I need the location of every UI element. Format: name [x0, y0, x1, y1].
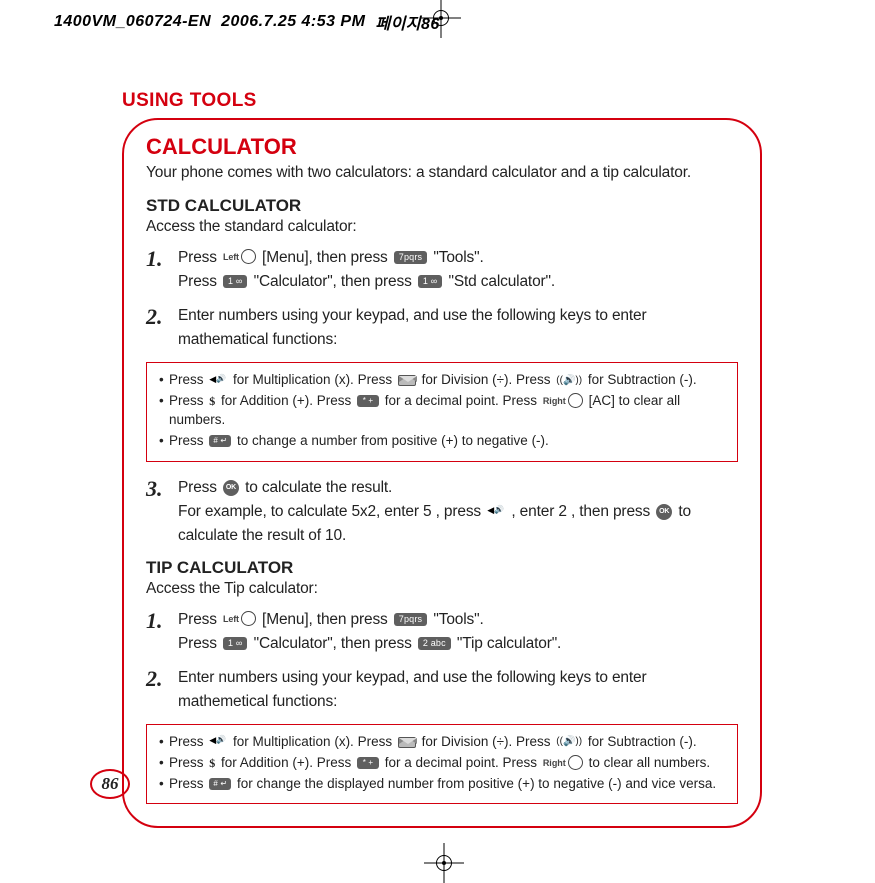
intro-text: Your phone comes with two calculators: a… [146, 164, 738, 182]
step-number: 1. [146, 242, 163, 276]
page-number: 86 [90, 769, 130, 799]
tip-step-2: 2. Enter numbers using your keypad, and … [178, 666, 738, 714]
key-2-icon: 2 abc [418, 637, 451, 650]
key-hash-icon: # ↵ [209, 435, 231, 447]
step-number: 1. [146, 604, 163, 638]
doc-id: 1400VM_060724-EN [54, 13, 211, 31]
note-row: Press 🔊 for Multiplication (x). Press fo… [159, 733, 725, 752]
chapter-title: USING TOOLS [122, 90, 762, 112]
std-steps: 1. Press Left [Menu], then press 7pqrs "… [146, 246, 738, 352]
speaker-right-icon: ((🔊)) [556, 735, 582, 749]
envelope-icon [398, 375, 416, 386]
page-content: USING TOOLS CALCULATOR Your phone comes … [122, 90, 762, 828]
std-heading: STD CALCULATOR [146, 196, 738, 216]
key-1-icon: 1 ∞ [223, 637, 247, 650]
std-note-box: Press 🔊 for Multiplication (x). Press fo… [146, 362, 738, 462]
note-row: Press $ for Addition (+). Press * + for … [159, 754, 725, 773]
envelope-icon [398, 737, 416, 748]
note-row: Press # ↵ for change the displayed numbe… [159, 775, 725, 794]
std-step-1: 1. Press Left [Menu], then press 7pqrs "… [178, 246, 738, 294]
registration-mark-icon [424, 843, 464, 883]
left-softkey-icon: Left [223, 250, 256, 265]
ok-button-icon: OK [223, 480, 239, 496]
speaker-right-icon: ((🔊)) [556, 374, 582, 388]
speaker-left-icon: 🔊 [487, 507, 505, 517]
key-star-icon: * + [357, 395, 379, 407]
key-star-icon: * + [357, 757, 379, 769]
doc-timestamp: 2006.7.25 4:53 PM [221, 13, 365, 31]
speaker-left-icon: 🔊 [209, 376, 227, 386]
key-hash-icon: # ↵ [209, 778, 231, 790]
step-number: 3. [146, 472, 163, 506]
right-softkey-icon: Right [543, 756, 583, 771]
key-7-icon: 7pqrs [394, 613, 427, 626]
std-step-3: 3. Press OK to calculate the result. For… [178, 476, 738, 548]
key-1-icon: 1 ∞ [418, 275, 442, 288]
left-softkey-icon: Left [223, 612, 256, 627]
content-panel: CALCULATOR Your phone comes with two cal… [122, 118, 762, 828]
std-steps-cont: 3. Press OK to calculate the result. For… [146, 476, 738, 548]
document-meta-bar: 1400VM_060724-EN 2006.7.25 4:53 PM 페이지86 [54, 10, 440, 34]
key-1-icon: 1 ∞ [223, 275, 247, 288]
std-lead: Access the standard calculator: [146, 218, 738, 236]
step-number: 2. [146, 662, 163, 696]
key-7-icon: 7pqrs [394, 251, 427, 264]
dollar-icon: $ [209, 755, 215, 772]
note-row: Press $ for Addition (+). Press * + for … [159, 392, 725, 430]
section-title: CALCULATOR [146, 134, 738, 160]
tip-note-box: Press 🔊 for Multiplication (x). Press fo… [146, 724, 738, 805]
tip-steps: 1. Press Left [Menu], then press 7pqrs "… [146, 608, 738, 714]
speaker-left-icon: 🔊 [209, 737, 227, 747]
right-softkey-icon: Right [543, 394, 583, 409]
dollar-icon: $ [209, 393, 215, 410]
ok-button-icon: OK [656, 504, 672, 520]
step-number: 2. [146, 300, 163, 334]
note-row: Press # ↵ to change a number from positi… [159, 432, 725, 451]
tip-heading: TIP CALCULATOR [146, 558, 738, 578]
tip-lead: Access the Tip calculator: [146, 580, 738, 598]
tip-step-1: 1. Press Left [Menu], then press 7pqrs "… [178, 608, 738, 656]
std-step-2: 2. Enter numbers using your keypad, and … [178, 304, 738, 352]
note-row: Press 🔊 for Multiplication (x). Press fo… [159, 371, 725, 390]
page-number-wrap: 86 [90, 769, 130, 799]
